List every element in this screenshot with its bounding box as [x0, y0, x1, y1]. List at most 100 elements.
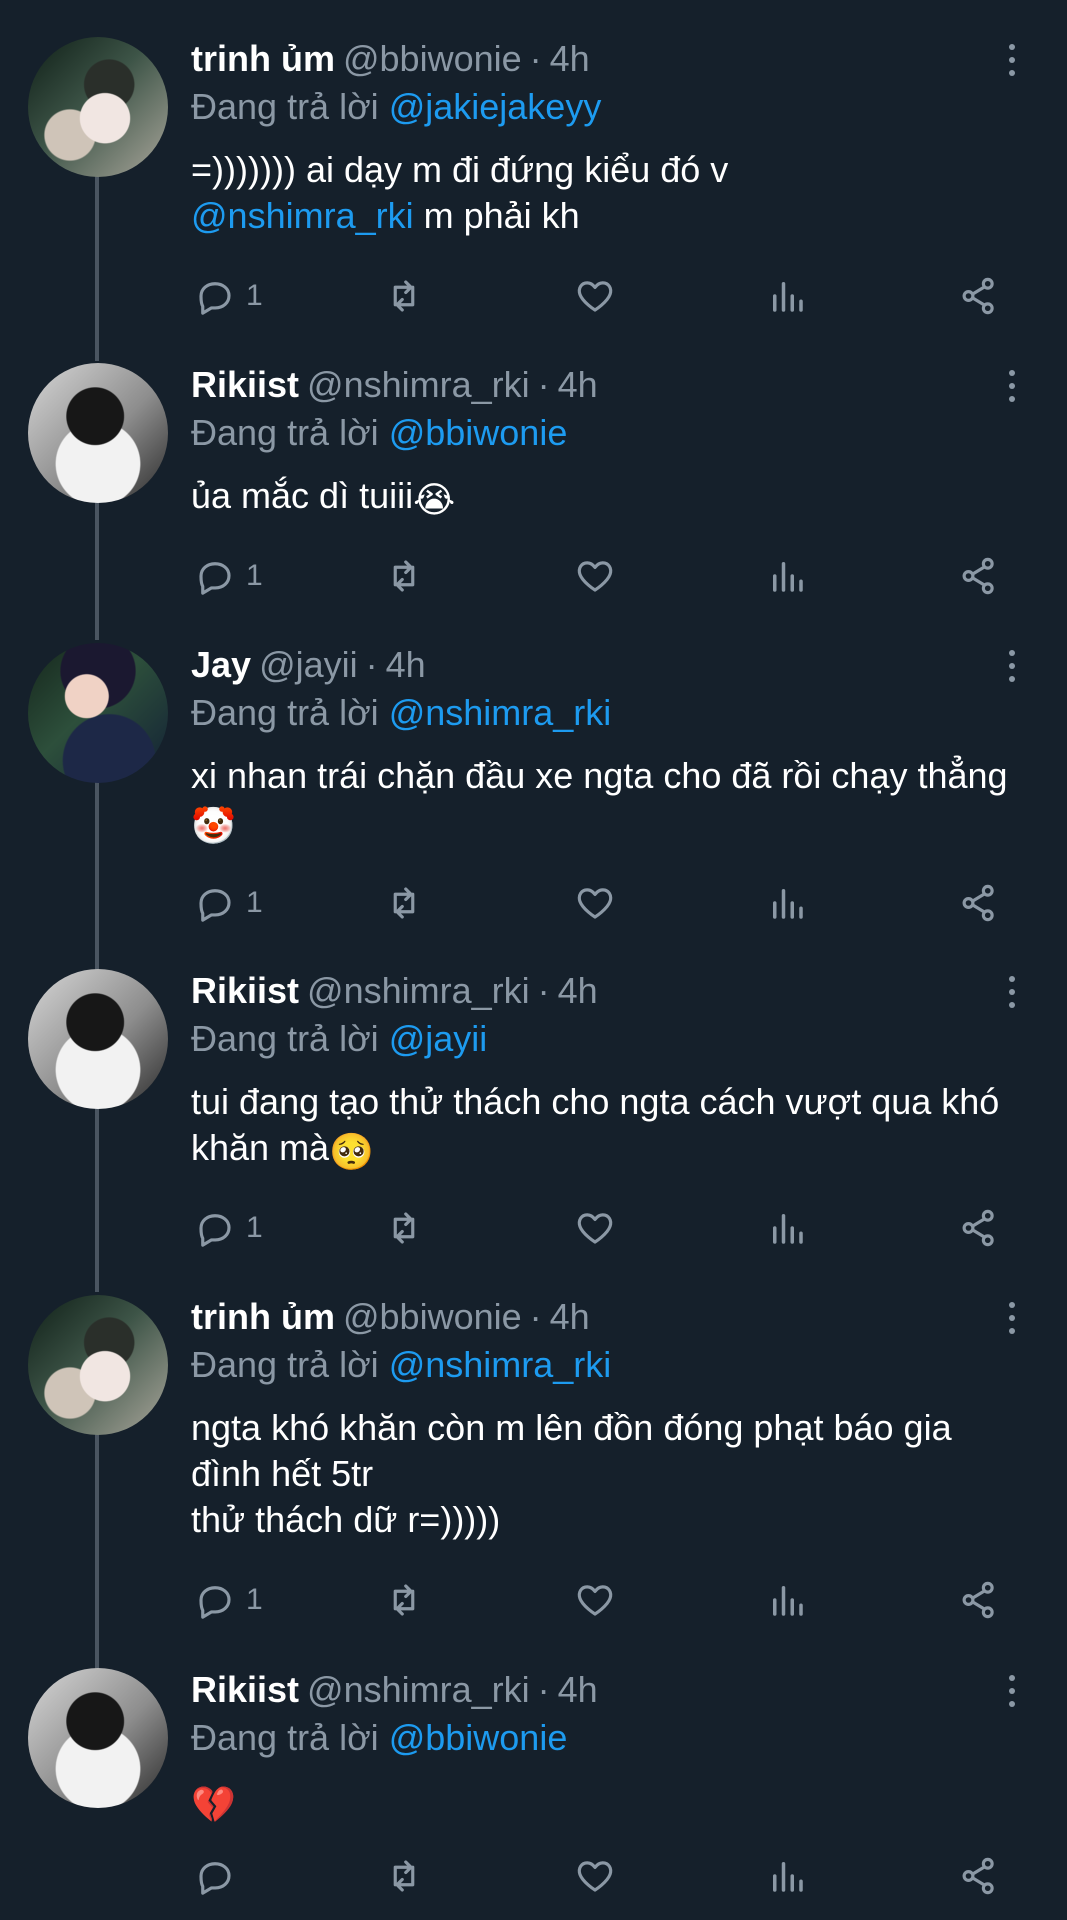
username[interactable]: @jayii: [259, 643, 358, 687]
analytics-icon: [773, 562, 803, 592]
display-name[interactable]: trinh ủm: [191, 37, 335, 81]
timestamp[interactable]: 4h: [386, 643, 426, 687]
timestamp[interactable]: 4h: [558, 969, 598, 1013]
share-icon: [962, 884, 994, 922]
share-button[interactable]: [958, 1576, 1000, 1624]
share-button[interactable]: [958, 1852, 1000, 1900]
views-button[interactable]: [766, 272, 808, 320]
views-button[interactable]: [766, 1852, 808, 1900]
views-button[interactable]: [766, 1576, 808, 1624]
reply-context: Đang trả lời @jakiejakeyy: [191, 85, 1011, 129]
avatar[interactable]: [28, 1668, 168, 1808]
views-button[interactable]: [766, 552, 808, 600]
tweet-text: xi nhan trái chặn đầu xe ngta cho đã rồi…: [191, 753, 1011, 849]
share-button[interactable]: [958, 272, 1000, 320]
retweet-button[interactable]: [383, 1576, 425, 1624]
more-options-button[interactable]: [1000, 973, 1024, 1011]
username[interactable]: @bbiwonie: [343, 1295, 522, 1339]
username[interactable]: @nshimra_rki: [307, 1668, 530, 1712]
timestamp[interactable]: 4h: [550, 37, 590, 81]
reply-button[interactable]: [194, 1852, 236, 1900]
display-name[interactable]: Rikiist: [191, 969, 299, 1013]
tweet-actions: 1: [191, 1576, 1011, 1624]
like-button[interactable]: [574, 1204, 616, 1252]
tweet-content: Rikiist @nshimra_rki · 4h Đang trả lời @…: [191, 969, 1011, 1247]
crying-face-emoji: 😭: [413, 479, 456, 520]
like-button[interactable]: [574, 879, 616, 927]
tweet-header: trinh ủm @bbiwonie · 4h: [191, 37, 1011, 81]
heart-icon: [577, 888, 613, 919]
share-button[interactable]: [958, 552, 1000, 600]
retweet-button[interactable]: [383, 1204, 425, 1252]
like-button[interactable]: [574, 272, 616, 320]
pleading-face-emoji: 🥺: [329, 1131, 374, 1172]
display-name[interactable]: Rikiist: [191, 1668, 299, 1712]
more-options-button[interactable]: [1000, 1672, 1024, 1710]
share-button[interactable]: [958, 879, 1000, 927]
tweet-actions: 1: [191, 1204, 1011, 1252]
retweet-icon: [393, 280, 415, 312]
reply-mention-link[interactable]: @jayii: [389, 1018, 488, 1059]
timestamp[interactable]: 4h: [558, 363, 598, 407]
username[interactable]: @nshimra_rki: [307, 363, 530, 407]
share-button[interactable]: [958, 1204, 1000, 1252]
separator-dot: ·: [537, 970, 550, 1011]
views-button[interactable]: [766, 1204, 808, 1252]
more-options-button[interactable]: [1000, 41, 1024, 79]
share-icon: [962, 1857, 994, 1895]
heart-icon: [577, 1213, 613, 1244]
avatar[interactable]: [28, 969, 168, 1109]
reply-button[interactable]: 1: [194, 879, 263, 927]
timestamp[interactable]: 4h: [558, 1668, 598, 1712]
like-button[interactable]: [574, 1852, 616, 1900]
display-name[interactable]: trinh ủm: [191, 1295, 335, 1339]
more-vertical-icon: [1009, 44, 1015, 76]
tweet-text: =))))))) ai dạy m đi đứng kiểu đó v @nshi…: [191, 147, 1011, 239]
analytics-icon: [773, 1214, 803, 1244]
heart-icon: [577, 561, 613, 592]
reply-mention-link[interactable]: @bbiwonie: [389, 1717, 568, 1758]
reply-count: 1: [246, 886, 263, 919]
reply-mention-link[interactable]: @bbiwonie: [389, 412, 568, 453]
retweet-button[interactable]: [383, 879, 425, 927]
reply-mention-link[interactable]: @nshimra_rki: [389, 1344, 612, 1385]
reply-button[interactable]: 1: [194, 1576, 263, 1624]
analytics-icon: [773, 1586, 803, 1616]
reply-count: 1: [246, 1583, 263, 1616]
thread-line: [95, 493, 99, 640]
username[interactable]: @bbiwonie: [343, 37, 522, 81]
more-options-button[interactable]: [1000, 367, 1024, 405]
retweet-button[interactable]: [383, 1852, 425, 1900]
reply-button[interactable]: 1: [194, 1204, 263, 1252]
retweet-icon: [393, 560, 415, 592]
more-options-button[interactable]: [1000, 1299, 1024, 1337]
timestamp[interactable]: 4h: [550, 1295, 590, 1339]
avatar[interactable]: [28, 37, 168, 177]
like-button[interactable]: [574, 1576, 616, 1624]
tweet-header: Rikiist @nshimra_rki · 4h: [191, 363, 1011, 407]
reply-icon: [199, 562, 231, 595]
reply-mention-link[interactable]: @nshimra_rki: [389, 692, 612, 733]
retweet-button[interactable]: [383, 272, 425, 320]
reply-button[interactable]: 1: [194, 272, 263, 320]
like-button[interactable]: [574, 552, 616, 600]
retweet-button[interactable]: [383, 552, 425, 600]
tweet-text-segment: xi nhan trái chặn đầu xe ngta cho đã rồi…: [191, 755, 1008, 796]
reply-icon: [199, 889, 231, 922]
more-vertical-icon: [1009, 370, 1015, 402]
display-name[interactable]: Rikiist: [191, 363, 299, 407]
avatar[interactable]: [28, 1295, 168, 1435]
mention-link[interactable]: @nshimra_rki: [191, 195, 414, 236]
avatar[interactable]: [28, 643, 168, 783]
display-name[interactable]: Jay: [191, 643, 251, 687]
views-button[interactable]: [766, 879, 808, 927]
reply-button[interactable]: 1: [194, 552, 263, 600]
avatar[interactable]: [28, 363, 168, 503]
reply-mention-link[interactable]: @jakiejakeyy: [389, 86, 602, 127]
thread-line: [95, 1102, 99, 1292]
separator-dot: ·: [529, 1296, 542, 1337]
tweet-text: 💔: [191, 1778, 1011, 1828]
username[interactable]: @nshimra_rki: [307, 969, 530, 1013]
more-options-button[interactable]: [1000, 647, 1024, 685]
reply-prefix: Đang trả lời: [191, 1717, 379, 1758]
